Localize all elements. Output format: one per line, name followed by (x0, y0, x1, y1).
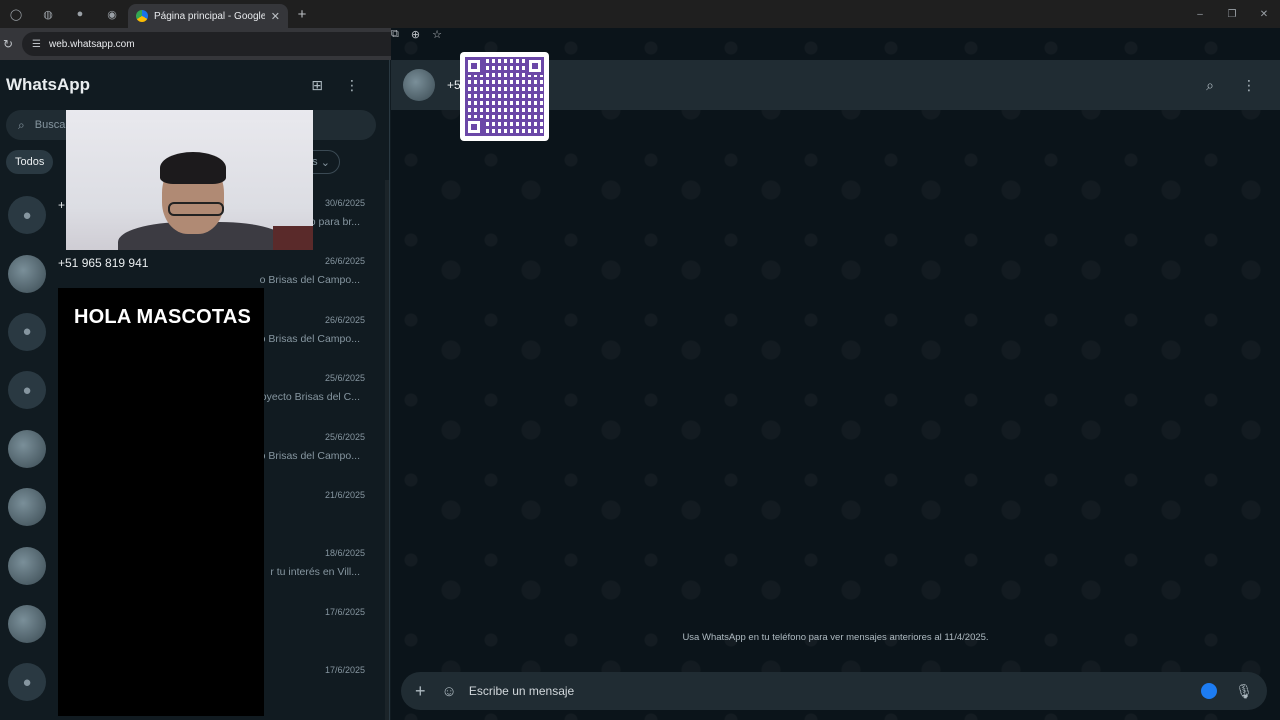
history-notice: Usa WhatsApp en tu teléfono para ver men… (682, 632, 989, 643)
microphone-icon[interactable]: 🎙 (1235, 683, 1253, 700)
overlay-title: HOLA MASCOTAS (74, 306, 252, 328)
site-info-icon[interactable]: ☰ (32, 39, 41, 50)
sticker-emoji-icon[interactable]: ☺ (442, 683, 457, 700)
chat-name: +51 965 819 941 (58, 256, 149, 271)
chat-date: 17/6/2025 (324, 606, 365, 617)
default-avatar-icon: ● (8, 371, 46, 410)
chat-preview: o para br... (309, 216, 360, 228)
qr-pattern (465, 57, 544, 136)
app-title: WhatsApp (6, 75, 91, 94)
google-drive-icon (136, 10, 148, 22)
qr-code-image (460, 52, 549, 141)
contact-name[interactable]: +5 (447, 78, 461, 92)
attach-plus-icon[interactable]: + (415, 681, 426, 702)
qr-finder (465, 57, 483, 75)
chat-preview: oyecto Brisas del C... (260, 391, 360, 404)
tab-icon[interactable]: ◉ (96, 0, 128, 28)
tab-icon[interactable]: ◍ (32, 0, 64, 28)
reload-icon[interactable]: ↻ (0, 37, 16, 51)
restore-icon[interactable]: ❐ (1216, 0, 1248, 28)
chat-date: 25/6/2025 (324, 373, 365, 384)
message-composer: + ☺ Escribe un mensaje 🎙 (401, 672, 1267, 710)
chat-preview: r tu interés en Vill... (270, 566, 360, 579)
address-bar: ↻ ☰ web.whatsapp.com ⧉ ⊕ ☆ ⇪ ⧠ ● ⋮ (0, 28, 1280, 688)
search-placeholder: Buscar (34, 119, 69, 131)
chat-date: 26/6/2025 (324, 314, 365, 325)
chat-date: 26/6/2025 (324, 256, 365, 267)
conversation-pane: +5 ⌕ ⋮ Usa WhatsApp en tu teléfono para … (391, 60, 1280, 720)
menu-dots-icon[interactable]: ⋮ (345, 77, 359, 94)
new-chat-icon[interactable]: ⊞ (311, 77, 323, 94)
avatar (8, 604, 46, 643)
menu-dots-icon[interactable]: ⋮ (1242, 77, 1256, 94)
avatar (8, 546, 46, 585)
message-input[interactable]: Escribe un mensaje (469, 684, 574, 698)
chat-date: 17/6/2025 (324, 665, 365, 676)
chat-list-scrollbar[interactable] (385, 180, 389, 720)
qr-finder (465, 118, 483, 136)
conversation-header-actions: ⌕ ⋮ (1206, 77, 1256, 94)
default-avatar-icon: ● (8, 663, 46, 702)
avatar (8, 254, 46, 293)
tab-title: Página principal - Google Drive (154, 10, 265, 22)
person-glasses (168, 202, 224, 216)
avatar (8, 429, 46, 468)
profile-icon[interactable]: ◯ (0, 0, 32, 28)
new-tab-button[interactable]: + (288, 6, 316, 23)
search-icon[interactable]: ⌕ (1206, 77, 1214, 94)
default-avatar-icon: ● (8, 312, 46, 351)
tab-google-drive[interactable]: Página principal - Google Drive ✕ (128, 4, 288, 28)
chat-preview: o Brisas del Campo... (259, 449, 360, 462)
close-window-icon[interactable]: ✕ (1248, 0, 1280, 28)
window-controls: – ❐ ✕ (1184, 0, 1280, 28)
minimize-icon[interactable]: – (1184, 0, 1216, 28)
search-icon: ⌕ (18, 117, 25, 132)
url-text: web.whatsapp.com (48, 38, 135, 50)
avatar (8, 488, 46, 527)
webcam-overlay (66, 110, 313, 250)
browser-tab-bar: ◯ ◍ ● ◉ Página principal - Google Drive … (0, 0, 1280, 28)
chat-name: + (58, 198, 66, 212)
chat-date: 25/6/2025 (324, 431, 365, 442)
chat-preview: o Brisas del Campo... (259, 332, 360, 345)
qr-finder (526, 57, 544, 75)
chat-date: 21/6/2025 (324, 489, 365, 500)
contact-avatar[interactable] (403, 69, 435, 101)
person-hair (160, 152, 226, 184)
chat-date: 30/6/2025 (324, 198, 365, 208)
close-tab-icon[interactable]: ✕ (271, 10, 280, 23)
meta-ai-icon[interactable] (1201, 683, 1218, 699)
filter-chips: Todos as ⌄ (6, 150, 340, 174)
chat-preview: o Brisas del Campo... (259, 274, 360, 287)
chevron-down-icon: ⌄ (320, 156, 330, 169)
default-avatar-icon: ● (8, 196, 46, 235)
tab-icon[interactable]: ● (64, 0, 96, 28)
title-overlay: HOLA MASCOTAS (58, 288, 264, 716)
filter-todos[interactable]: Todos (6, 150, 54, 174)
chair-back (273, 226, 313, 250)
chat-date: 18/6/2025 (324, 548, 365, 559)
sidebar-header: WhatsApp ⊞ ⋮ (0, 60, 389, 110)
sidebar-header-actions: ⊞ ⋮ (311, 77, 359, 94)
